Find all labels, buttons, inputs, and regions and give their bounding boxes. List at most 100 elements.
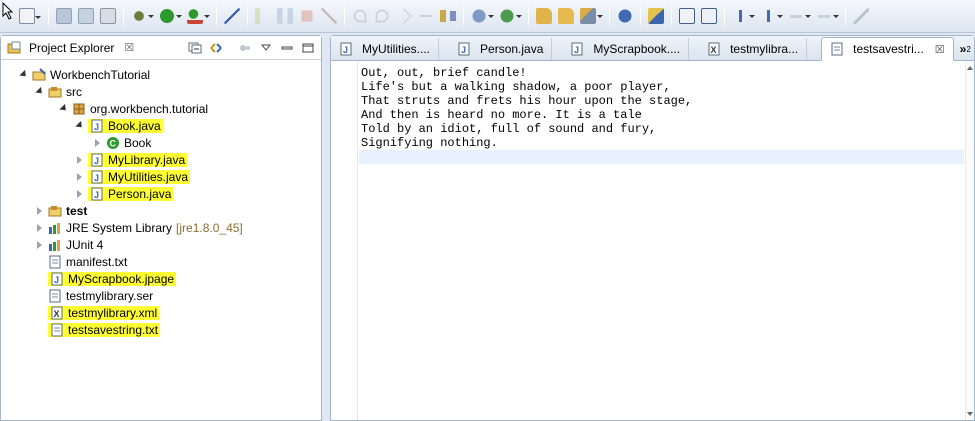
highlighted-entry: X testmylibrary.xml: [48, 305, 160, 320]
use-step-filters-icon[interactable]: [440, 8, 456, 24]
scroll-up-arrow-icon[interactable]: [967, 66, 973, 70]
tree-item-label: Person.java: [108, 186, 172, 201]
step-return-icon[interactable]: [396, 8, 412, 24]
back-icon[interactable]: [788, 8, 811, 24]
tree-item-junit4[interactable]: JUnit 4: [35, 236, 103, 253]
expanded-arrow-icon[interactable]: [75, 121, 84, 130]
toolbar-separator: [48, 7, 49, 25]
tab-label: Person.java: [480, 42, 544, 56]
toolbar-separator: [845, 7, 846, 25]
collapsed-arrow-icon[interactable]: [35, 223, 44, 232]
close-icon[interactable]: ☒: [935, 43, 945, 56]
toolbar-separator: [640, 7, 641, 25]
tree-item-myutilities-java[interactable]: J MyUtilities.java: [75, 168, 191, 185]
external-tools-icon[interactable]: [187, 8, 210, 24]
run-icon[interactable]: [159, 8, 182, 24]
xml-file-icon: X: [51, 306, 63, 319]
tree-item-mylibrary-java[interactable]: J MyLibrary.java: [75, 151, 188, 168]
scroll-down-arrow-icon[interactable]: [967, 412, 973, 416]
link-with-editor-icon[interactable]: [209, 42, 223, 54]
editor-gutter: [331, 62, 358, 420]
collapsed-arrow-icon[interactable]: [75, 189, 84, 198]
close-icon[interactable]: ☒: [124, 41, 134, 54]
view-menu-icon[interactable]: [259, 42, 273, 54]
disconnect-icon[interactable]: [321, 8, 337, 24]
tab-myscrapbook[interactable]: J MyScrapbook....: [552, 38, 690, 60]
tree-item-testmylibrary-ser[interactable]: testmylibrary.ser: [48, 287, 153, 304]
java-file-icon: J: [91, 119, 103, 132]
svg-text:X: X: [711, 45, 717, 55]
tree-item-workbenchtutorial[interactable]: WorkbenchTutorial: [19, 66, 150, 83]
svg-text:J: J: [94, 122, 99, 132]
new-package-icon[interactable]: [499, 8, 522, 24]
tab-testmylibrary[interactable]: X testmylibra...: [689, 38, 808, 60]
tab-person-java[interactable]: J Person.java: [439, 38, 553, 60]
tree-item-test[interactable]: test: [35, 202, 87, 219]
vertical-scrollbar[interactable]: [965, 62, 974, 420]
collapse-all-icon[interactable]: [188, 42, 202, 54]
previous-annotation-icon[interactable]: [760, 8, 783, 24]
focus-on-active-task-icon[interactable]: [238, 42, 252, 54]
java-file-icon: J: [458, 42, 470, 56]
open-task-icon[interactable]: [580, 8, 603, 24]
show-whitespace-icon[interactable]: [701, 8, 717, 24]
editor-line: That struts and frets his hour upon the …: [361, 94, 693, 108]
forward-icon[interactable]: [816, 8, 839, 24]
editor-line: Signifying nothing.: [361, 136, 498, 150]
expanded-arrow-icon[interactable]: [59, 104, 68, 113]
terminate-icon[interactable]: [301, 10, 313, 22]
tab-myutilities[interactable]: J MyUtilities....: [331, 38, 440, 60]
pin-editor-icon[interactable]: [853, 8, 869, 24]
tab-testsavestring[interactable]: testsavestri... ☒: [821, 37, 954, 61]
main-toolbar: [0, 0, 975, 33]
toolbar-separator: [671, 7, 672, 25]
print-icon[interactable]: [100, 8, 116, 24]
tree-item-jre-system-library[interactable]: JRE System Library [jre1.8.0_45]: [35, 219, 243, 236]
tree-item-book-class[interactable]: C Book: [93, 134, 151, 151]
tree-item-src[interactable]: src: [35, 83, 82, 100]
new-icon[interactable]: [19, 8, 41, 24]
new-java-project-icon[interactable]: [471, 8, 494, 24]
debug-icon[interactable]: [131, 8, 154, 24]
tree-item-label: Book: [124, 135, 152, 150]
open-type-icon[interactable]: [558, 8, 574, 24]
expanded-arrow-icon[interactable]: [35, 87, 44, 96]
tree-item-label: MyScrapbook.jpage: [68, 271, 175, 286]
collapsed-arrow-icon[interactable]: [35, 240, 44, 249]
collapsed-arrow-icon[interactable]: [93, 138, 102, 147]
search-icon[interactable]: [617, 8, 633, 24]
tree-item-person-java[interactable]: J Person.java: [75, 185, 174, 202]
highlighted-entry: J MyLibrary.java: [88, 152, 188, 167]
step-into-icon[interactable]: [353, 9, 367, 23]
text-editor[interactable]: Out, out, brief candle! Life's but a wal…: [331, 62, 974, 420]
project-explorer-tab[interactable]: Project Explorer ☒: [7, 41, 134, 55]
project-explorer-title: Project Explorer: [29, 40, 115, 55]
save-icon[interactable]: [56, 8, 72, 24]
expanded-arrow-icon[interactable]: [19, 70, 28, 79]
tree-item-org-workbench-tutorial[interactable]: org.workbench.tutorial: [59, 100, 208, 117]
new-class-icon[interactable]: [536, 8, 552, 24]
next-annotation-icon[interactable]: [732, 8, 755, 24]
collapsed-arrow-icon[interactable]: [75, 155, 84, 164]
editor-content[interactable]: Out, out, brief candle! Life's but a wal…: [359, 66, 964, 164]
toggle-mark-occurrences-icon[interactable]: [648, 8, 664, 24]
drop-to-frame-icon[interactable]: [418, 8, 434, 24]
save-all-icon[interactable]: [78, 8, 94, 24]
suspend-icon[interactable]: [277, 8, 293, 24]
collapsed-arrow-icon[interactable]: [35, 206, 44, 215]
tree-item-testmylibrary-xml[interactable]: X testmylibrary.xml: [48, 304, 160, 321]
tree-item-testsavestring-txt[interactable]: testsavestring.txt: [48, 321, 161, 338]
step-over-icon[interactable]: [375, 9, 389, 23]
resume-icon[interactable]: [255, 8, 271, 24]
tree-item-label: JRE System Library: [66, 220, 173, 235]
java-file-icon: J: [91, 187, 103, 200]
maximize-icon[interactable]: [301, 42, 315, 54]
skip-breakpoints-icon[interactable]: [224, 8, 240, 24]
tree-item-manifest-txt[interactable]: manifest.txt: [48, 253, 127, 270]
minimize-icon[interactable]: [280, 42, 294, 54]
toggle-block-selection-icon[interactable]: [679, 8, 695, 24]
tree-item-myscrapbook-jpage[interactable]: J MyScrapbook.jpage: [48, 270, 177, 287]
tree-item-book-java[interactable]: J Book.java: [75, 117, 163, 134]
tab-overflow-button[interactable]: » 2: [954, 38, 975, 60]
collapsed-arrow-icon[interactable]: [75, 172, 84, 181]
